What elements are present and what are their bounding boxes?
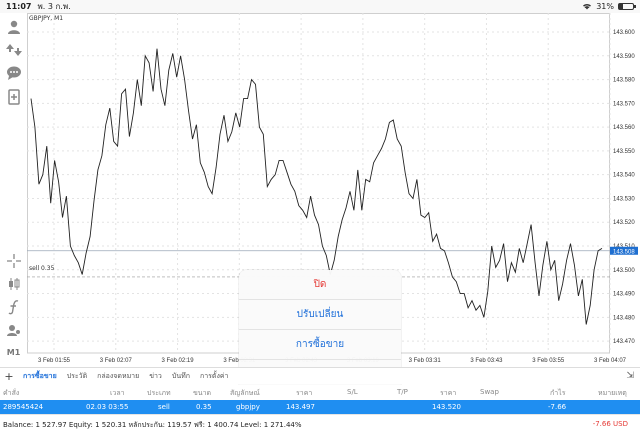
chart-symbol-label: GBPJPY, M1 xyxy=(29,15,64,22)
tab-journal[interactable]: บันทึก xyxy=(167,371,195,382)
wifi-icon xyxy=(582,2,592,12)
crosshair-icon[interactable] xyxy=(4,251,23,270)
price-tick-label: 143.470 xyxy=(613,339,635,345)
col-order: คำสั่ง xyxy=(3,389,20,397)
col-size: ขนาด xyxy=(193,389,212,397)
sell-order-label: sell 0.35 xyxy=(29,265,55,272)
status-date: พ. 3 ก.พ. xyxy=(37,2,71,11)
time-tick-label: 3 Feb 04:07 xyxy=(594,358,627,364)
col-sl: S/L xyxy=(347,388,358,396)
account-icon[interactable] xyxy=(4,17,23,36)
battery-icon xyxy=(618,3,636,10)
col-symbol: สัญลักษณ์ xyxy=(230,389,260,397)
time-tick-label: 3 Feb 03:31 xyxy=(409,358,442,364)
row-open-price: 143.497 xyxy=(286,403,315,411)
time-tick-label: 3 Feb 03:43 xyxy=(470,358,503,364)
row-time: 02.03 03:55 xyxy=(86,403,129,411)
price-tick-label: 143.490 xyxy=(613,292,635,298)
price-tick-label: 143.550 xyxy=(613,149,635,155)
row-price: 143.520 xyxy=(432,403,461,411)
col-profit: กำไร xyxy=(550,389,566,397)
indicators-icon[interactable] xyxy=(4,297,23,316)
tab-mailbox[interactable]: กล่องจดหมาย xyxy=(92,371,144,382)
balance-line: Balance: 1 527.97 Equity: 1 520.31 หลักป… xyxy=(3,421,302,429)
timeframe-button[interactable]: M1 xyxy=(4,343,23,362)
table-row[interactable]: 289545424 02.03 03:55 sell 0.35 gbpjpy 1… xyxy=(0,400,640,414)
col-time: เวลา xyxy=(110,389,125,397)
status-time: 11:07 xyxy=(6,2,32,11)
tab-news[interactable]: ข่าว xyxy=(144,371,167,382)
price-tick-label: 143.590 xyxy=(613,54,635,60)
orders-table-header: คำสั่ง เวลา ประเภท ขนาด สัญลักษณ์ ราคา S… xyxy=(0,385,640,399)
price-tick-label: 143.480 xyxy=(613,315,635,321)
chat-icon[interactable] xyxy=(4,63,23,82)
price-tick-label: 143.560 xyxy=(613,125,635,131)
app-root: { "status": {"time": "11:07", "date": "พ… xyxy=(0,0,640,447)
col-type: ประเภท xyxy=(147,389,171,397)
row-symbol: gbpjpy xyxy=(236,403,260,411)
row-order: 289545424 xyxy=(3,403,44,411)
col-open-price: ราคา xyxy=(296,389,313,397)
quotes-icon[interactable] xyxy=(4,40,23,59)
col-price: ราคา xyxy=(440,389,457,397)
candles-icon[interactable] xyxy=(4,274,23,293)
new-order-icon[interactable] xyxy=(4,87,23,106)
tab-history[interactable]: ประวัติ xyxy=(62,371,92,382)
time-tick-label: 3 Feb 02:19 xyxy=(162,358,195,364)
price-tick-label: 143.580 xyxy=(613,78,635,84)
terminal-tabs: + การซื้อขาย ประวัติ กล่องจดหมาย ข่าว บั… xyxy=(0,367,640,384)
time-tick-label: 3 Feb 03:55 xyxy=(532,358,565,364)
time-tick-label: 3 Feb 01:55 xyxy=(38,358,71,364)
price-tick-label: 143.500 xyxy=(613,268,635,274)
add-tab-button[interactable]: + xyxy=(0,370,18,383)
row-profit: -7.66 xyxy=(548,403,567,411)
left-toolbar: M1 xyxy=(0,13,27,367)
tab-trade[interactable]: การซื้อขาย xyxy=(18,371,62,382)
tab-settings[interactable]: การตั้งค่า xyxy=(195,371,234,382)
objects-icon[interactable] xyxy=(4,320,23,339)
row-size: 0.35 xyxy=(196,403,212,411)
battery-percent: 31% xyxy=(596,2,614,11)
total-profit: -7.66 USD xyxy=(592,420,628,428)
close-order-item[interactable]: ปิด xyxy=(239,270,401,300)
price-tick-label: 143.600 xyxy=(613,30,635,36)
col-comment: หมายเหตุ xyxy=(598,389,627,397)
bottom-spacer xyxy=(0,432,640,447)
price-tick-label: 143.520 xyxy=(613,220,635,226)
col-tp: T/P xyxy=(397,388,408,396)
row-type: sell xyxy=(158,403,170,411)
col-swap: Swap xyxy=(480,388,499,396)
price-tick-label: 143.540 xyxy=(613,173,635,179)
status-bar: 11:07 พ. 3 ก.พ. 31% xyxy=(0,0,640,13)
expand-panel-icon[interactable]: ⇲ xyxy=(626,371,640,381)
price-tick-label: 143.570 xyxy=(613,101,635,107)
trade-item[interactable]: การซื้อขาย xyxy=(239,330,401,360)
modify-order-item[interactable]: ปรับเปลี่ยน xyxy=(239,300,401,330)
current-price-tag-text: 143.508 xyxy=(613,249,635,255)
time-tick-label: 3 Feb 02:07 xyxy=(100,358,133,364)
price-tick-label: 143.530 xyxy=(613,196,635,202)
account-summary: Balance: 1 527.97 Equity: 1 520.31 หลักป… xyxy=(0,414,640,432)
